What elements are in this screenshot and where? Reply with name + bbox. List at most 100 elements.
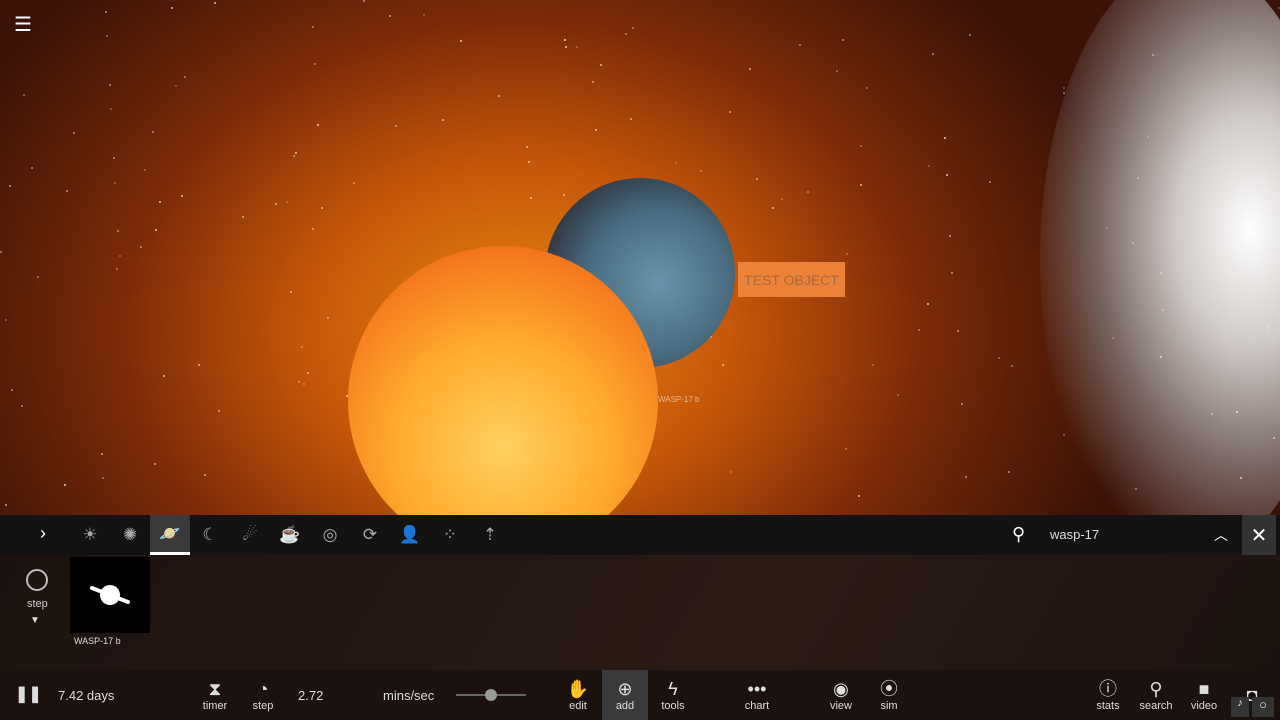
step-icon[interactable] — [26, 569, 48, 591]
star — [162, 375, 165, 378]
star — [353, 181, 356, 184]
rate-value[interactable]: 2.72 — [298, 688, 323, 703]
star — [174, 84, 177, 87]
star — [949, 234, 952, 237]
star — [101, 477, 104, 480]
star — [100, 452, 103, 455]
star — [528, 160, 531, 163]
category-black-holes-icon[interactable]: ⟳ — [350, 515, 390, 555]
star — [217, 409, 220, 412]
star — [317, 123, 320, 126]
chevron-up-icon[interactable]: ︿ — [1214, 525, 1228, 545]
star — [1112, 337, 1115, 340]
star — [798, 44, 801, 47]
search-button[interactable]: ⚲ search — [1133, 670, 1179, 720]
rate-unit[interactable]: mins/sec — [383, 688, 434, 703]
category-moons-icon[interactable]: ☾ — [190, 515, 230, 555]
object-label[interactable]: WASP-17 b — [658, 395, 700, 404]
pause-icon[interactable]: ❚❚ — [15, 684, 42, 704]
star — [1062, 91, 1065, 94]
chart-button[interactable]: ••• chart — [734, 670, 780, 720]
star — [197, 364, 200, 367]
star — [4, 503, 7, 506]
step-icon: ◔ — [257, 679, 269, 699]
star — [117, 230, 120, 233]
close-search-button[interactable]: ✕ — [1242, 515, 1276, 555]
edit-label: edit — [569, 700, 587, 712]
galaxy-backdrop — [1040, 0, 1280, 515]
star — [632, 26, 635, 29]
star — [625, 33, 628, 35]
star — [118, 254, 121, 257]
star — [927, 164, 930, 167]
star — [290, 291, 293, 294]
star — [951, 271, 954, 274]
search-label: search — [1139, 700, 1173, 712]
category-comets-icon[interactable]: ☄ — [230, 515, 270, 555]
star — [242, 215, 245, 218]
category-saved-objects-icon[interactable]: 👤 — [390, 515, 430, 555]
star — [144, 168, 147, 171]
search-input[interactable]: wasp-17 — [1050, 527, 1099, 542]
star — [943, 137, 946, 140]
star — [729, 470, 732, 473]
star — [395, 124, 398, 127]
star — [989, 181, 992, 184]
star — [1161, 308, 1164, 311]
record-icon[interactable]: ○ — [1252, 697, 1274, 717]
category-galaxies-icon[interactable]: ◎ — [310, 515, 350, 555]
star — [530, 197, 533, 200]
timer-label: timer — [202, 700, 228, 712]
star — [945, 173, 948, 176]
rate-slider[interactable] — [456, 689, 526, 701]
star — [115, 267, 118, 270]
star — [1230, 313, 1233, 316]
category-upload-icon[interactable]: ⇡ — [470, 515, 510, 555]
star — [292, 155, 295, 158]
video-button[interactable]: ■ video — [1181, 670, 1227, 720]
simulation-viewport[interactable]: TEST OBJECT WASP-17 b ☰ — [0, 0, 1280, 515]
category-stars-icon[interactable]: ✺ — [110, 515, 150, 555]
slider-thumb[interactable] — [485, 689, 497, 701]
stats-button[interactable]: ⓘ stats — [1085, 670, 1131, 720]
result-wasp-17b[interactable] — [70, 557, 150, 633]
star — [23, 94, 26, 97]
star — [110, 108, 113, 111]
category-fun-objects-icon[interactable]: ☕ — [270, 515, 310, 555]
star — [314, 62, 317, 65]
star — [845, 447, 848, 450]
star — [771, 206, 774, 209]
star — [1007, 471, 1010, 474]
add-button[interactable]: ⊕ add — [602, 670, 648, 720]
category-planetary-systems-icon[interactable]: ☀ — [70, 515, 110, 555]
category-planets-icon[interactable]: 🪐 — [150, 515, 190, 555]
microphone-icon[interactable]: ♪ — [1231, 697, 1249, 717]
edit-button[interactable]: ✋ edit — [555, 670, 601, 720]
star — [153, 462, 156, 465]
star — [30, 166, 33, 169]
star — [106, 35, 109, 38]
star — [104, 10, 107, 13]
star — [311, 26, 314, 29]
video-label: video — [1190, 700, 1218, 712]
chevron-right-icon[interactable]: › — [40, 523, 46, 544]
step-button[interactable]: ◔ step — [240, 670, 286, 720]
step-label: step — [252, 700, 274, 712]
dots-icon: ••• — [747, 679, 767, 699]
star — [629, 118, 632, 121]
star — [1214, 306, 1217, 309]
star — [298, 381, 301, 384]
timer-button[interactable]: ⧗ timer — [192, 670, 238, 720]
category-star-clusters-icon[interactable]: ⁘ — [430, 515, 470, 555]
star — [4, 319, 7, 322]
tools-button[interactable]: ϟ tools — [650, 670, 696, 720]
caret-down-icon[interactable]: ▼ — [30, 615, 40, 626]
star — [108, 84, 111, 86]
test-object-label[interactable]: TEST OBJECT — [738, 262, 845, 297]
view-button[interactable]: ◉ view — [818, 670, 864, 720]
star — [114, 181, 117, 184]
star — [37, 276, 40, 279]
hamburger-menu-icon[interactable]: ☰ — [14, 12, 32, 37]
sim-button[interactable]: ⦿ sim — [866, 670, 912, 720]
star — [327, 316, 330, 319]
